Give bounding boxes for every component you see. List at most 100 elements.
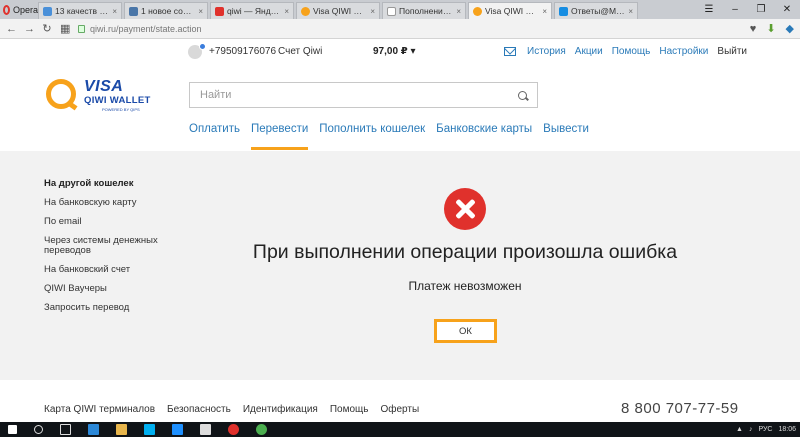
browser-tab[interactable]: Ответы@Mail.Ru ×: [554, 2, 638, 19]
notepad-icon[interactable]: [200, 424, 211, 435]
speed-dial-icon[interactable]: ▦: [60, 22, 70, 35]
phone-number[interactable]: +79509176076: [209, 46, 276, 57]
url-field[interactable]: qiwi.ru/payment/state.action: [78, 21, 742, 37]
browser-tab-active[interactable]: Visa QIWI Wallet ×: [468, 2, 552, 19]
cloud-favicon-icon: [43, 6, 52, 16]
vpn-icon[interactable]: ◆: [786, 22, 794, 35]
chevron-down-icon: ▾: [410, 46, 416, 57]
chrome-icon[interactable]: [256, 424, 267, 435]
side-item-request-transfer[interactable]: Запросить перевод: [44, 303, 179, 313]
settings-link[interactable]: Настройки: [659, 46, 708, 57]
close-tab-icon[interactable]: ×: [198, 7, 203, 16]
footer-identification-link[interactable]: Идентификация: [243, 404, 318, 415]
browser-tab[interactable]: qiwi — Яндекс: на ×: [210, 2, 294, 19]
url-text: qiwi.ru/payment/state.action: [90, 23, 202, 34]
restore-icon[interactable]: ❐: [748, 4, 774, 15]
opera-logo-icon: [3, 4, 10, 15]
account-name[interactable]: Счет Qiwi: [278, 46, 322, 57]
nav-pay[interactable]: Оплатить: [189, 123, 240, 150]
edge-icon[interactable]: [88, 424, 99, 435]
skype-icon[interactable]: [144, 424, 155, 435]
transfer-side-menu: На другой кошелек На банковскую карту По…: [44, 179, 179, 322]
account-bar: +79509176076 Счет Qiwi 97,00 ₽ ▾ История…: [0, 43, 800, 63]
close-tab-icon[interactable]: ×: [370, 7, 375, 16]
side-item-bank-account[interactable]: На банковский счет: [44, 265, 179, 275]
system-tray: ▲ ♪ РУС 18:06: [736, 422, 796, 437]
side-item-money-transfer-systems[interactable]: Через системы денежных переводов: [44, 236, 179, 256]
page-favicon-icon: [387, 6, 396, 16]
lock-icon: [78, 24, 85, 33]
task-view-icon[interactable]: [60, 424, 71, 435]
main-nav: Оплатить Перевести Пополнить кошелек Бан…: [189, 123, 589, 150]
footer-links: Карта QIWI терминалов Безопасность Идент…: [44, 404, 419, 415]
nav-withdraw[interactable]: Вывести: [543, 123, 589, 150]
heart-icon[interactable]: ♥: [750, 23, 757, 35]
balance-value: 97,00 ₽: [373, 46, 408, 57]
windows-start-icon[interactable]: [8, 425, 17, 434]
mail-favicon-icon: [559, 6, 568, 16]
network-icon[interactable]: ▲: [736, 426, 743, 433]
nav-bank-cards[interactable]: Банковские карты: [436, 123, 532, 150]
tab-label: Visa QIWI Wallet: [485, 6, 540, 16]
logout-link[interactable]: Выйти: [717, 46, 747, 57]
qiwi-favicon-icon: [301, 6, 310, 16]
opera-taskbar-icon[interactable]: [228, 424, 239, 435]
close-tab-icon[interactable]: ×: [542, 7, 547, 16]
download-icon[interactable]: ⬇: [766, 22, 775, 35]
footer-offers-link[interactable]: Оферты: [380, 404, 419, 415]
close-tab-icon[interactable]: ×: [112, 7, 117, 16]
footer-help-link[interactable]: Помощь: [330, 404, 369, 415]
search-taskbar-icon[interactable]: [34, 425, 43, 434]
search-icon[interactable]: [518, 90, 527, 100]
address-bar: ← → ↻ ▦ qiwi.ru/payment/state.action ♥ ⬇…: [0, 19, 800, 39]
tab-menu-icon[interactable]: ☰: [696, 4, 722, 15]
logo-visa-text: VISA: [84, 78, 124, 95]
nav-transfer[interactable]: Перевести: [250, 123, 309, 150]
back-arrow-icon[interactable]: ←: [6, 23, 17, 35]
support-phone[interactable]: 8 800 707-77-59: [621, 400, 739, 417]
side-item-vouchers[interactable]: QIWI Ваучеры: [44, 284, 179, 294]
qiwi-favicon-icon: [473, 6, 482, 16]
vk-favicon-icon: [129, 6, 138, 16]
close-tab-icon[interactable]: ×: [628, 7, 633, 16]
search-input[interactable]: [200, 89, 518, 101]
content-area: На другой кошелек На банковскую карту По…: [0, 151, 800, 380]
forward-arrow-icon[interactable]: →: [24, 23, 35, 35]
envelope-icon[interactable]: [504, 47, 516, 56]
nav-topup[interactable]: Пополнить кошелек: [319, 123, 425, 150]
promotions-link[interactable]: Акции: [575, 46, 603, 57]
clock[interactable]: 18:06: [778, 426, 796, 433]
app-z-icon[interactable]: [172, 424, 183, 435]
volume-icon[interactable]: ♪: [749, 426, 753, 433]
side-item-email[interactable]: По email: [44, 217, 179, 227]
file-explorer-icon[interactable]: [116, 424, 127, 435]
qiwi-ring-tail: [66, 100, 78, 111]
browser-tab[interactable]: 13 качеств милосе ×: [38, 2, 122, 19]
address-bar-actions: ♥ ⬇ ◆: [750, 22, 794, 36]
search-box: [189, 82, 538, 108]
error-subtitle: Платеж невозможен: [408, 279, 522, 293]
browser-tab[interactable]: Пополнение бала ×: [382, 2, 466, 19]
ok-button[interactable]: ОК: [434, 319, 497, 343]
top-links: История Акции Помощь Настройки Выйти: [527, 46, 747, 57]
side-item-bank-card[interactable]: На банковскую карту: [44, 198, 179, 208]
history-link[interactable]: История: [527, 46, 566, 57]
error-title: При выполнении операции произошла ошибка: [252, 241, 678, 263]
footer-terminals-map-link[interactable]: Карта QIWI терминалов: [44, 404, 155, 415]
minimize-icon[interactable]: –: [722, 4, 748, 15]
close-window-icon[interactable]: ✕: [774, 4, 800, 15]
side-item-wallet[interactable]: На другой кошелек: [44, 179, 179, 189]
browser-tab[interactable]: 1 новое сообщение ×: [124, 2, 208, 19]
logo-powered-text: POWERED BY QIPS: [102, 107, 140, 112]
opera-menu-button[interactable]: Opera: [0, 0, 38, 19]
keyboard-language[interactable]: РУС: [758, 426, 772, 433]
help-link[interactable]: Помощь: [612, 46, 651, 57]
window-controls: ☰ – ❐ ✕: [696, 0, 800, 19]
balance[interactable]: 97,00 ₽ ▾: [373, 46, 416, 57]
footer-security-link[interactable]: Безопасность: [167, 404, 231, 415]
visa-qiwi-wallet-logo[interactable]: VISA QIWI WALLET POWERED BY QIPS: [44, 76, 154, 116]
close-tab-icon[interactable]: ×: [284, 7, 289, 16]
browser-tab[interactable]: Visa QIWI Wallet ×: [296, 2, 380, 19]
reload-icon[interactable]: ↻: [42, 22, 52, 35]
close-tab-icon[interactable]: ×: [456, 7, 461, 16]
